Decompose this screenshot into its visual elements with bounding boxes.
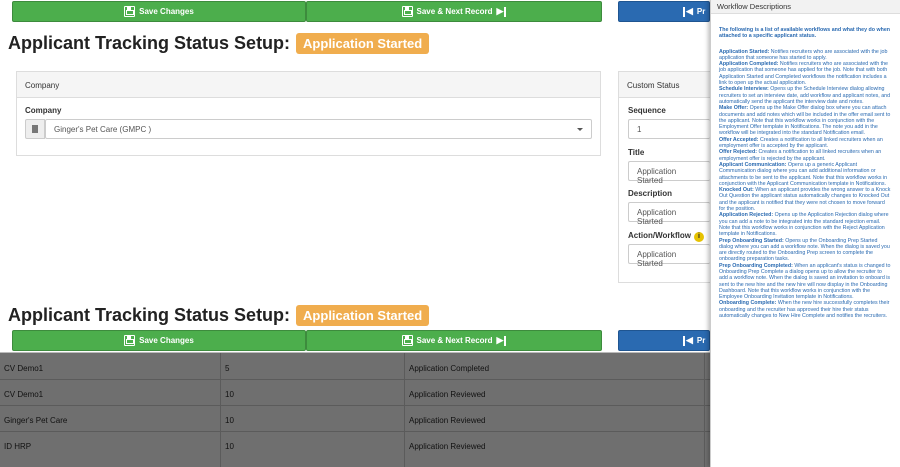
sticky-status-badge: Application Started — [296, 305, 430, 326]
workflow-select[interactable]: Application Started — [628, 244, 710, 268]
workflow-item-name: Offer Accepted: — [719, 136, 759, 143]
page-title: Applicant Tracking Status Setup: Applica… — [8, 33, 430, 54]
workflow-item-name: Application Rejected: — [719, 212, 774, 219]
workflow-item-name: Onboarding Complete: — [719, 300, 777, 307]
previous-record-icon: ◀ — [683, 335, 693, 346]
workflow-item-name: Application Completed: — [719, 61, 779, 68]
workflow-list: Application Started: Notifies recruiters… — [719, 49, 892, 320]
workflow-item: Prep Onboarding Completed: When an appli… — [719, 263, 892, 301]
popup-intro: The following is a list of available wor… — [719, 27, 890, 40]
save-icon — [401, 6, 413, 17]
workflow-item-name: Prep Onboarding Started: — [719, 237, 784, 244]
workflow-item-name: Application Started: — [719, 48, 770, 55]
save-next-button[interactable]: Save & Next Record ▶ — [306, 1, 602, 22]
custom-status-heading: Custom Status — [619, 72, 710, 98]
description-label: Description — [628, 189, 673, 198]
workflow-item: Offer Rejected: Creates a notification t… — [719, 149, 892, 162]
sequence-label: Sequence — [628, 106, 666, 115]
chevron-down-icon — [577, 128, 583, 131]
workflow-item: Make Offer: Opens up the Make Offer dial… — [719, 105, 892, 136]
popup-body: The following is a list of available wor… — [711, 14, 900, 319]
workflow-item: Application Started: Notifies recruiters… — [719, 49, 892, 62]
save-icon — [124, 335, 136, 346]
workflow-item: Schedule Interview: Opens up the Schedul… — [719, 86, 892, 105]
save-button[interactable]: Save Changes — [12, 1, 306, 22]
workflow-item: Applicant Communication: Opens up a gene… — [719, 162, 892, 187]
company-addon — [25, 119, 45, 139]
popup-title: Workflow Descriptions — [711, 0, 900, 14]
workflow-descriptions-popup: Workflow Descriptions The following is a… — [710, 0, 900, 467]
company-select[interactable]: Ginger's Pet Care (GMPC ) — [45, 119, 592, 139]
table-row[interactable]: CV Demo1 5 Application Completed — [0, 356, 710, 380]
sequence-input[interactable]: 1 — [628, 119, 710, 139]
previous-record-icon: ◀ — [683, 6, 693, 17]
next-record-icon: ▶ — [497, 6, 507, 17]
sticky-save-next-button[interactable]: Save & Next Record ▶ — [306, 330, 602, 351]
previous-record-button[interactable]: ◀ Pr — [618, 1, 710, 22]
workflow-item: Application Completed: Notifies recruite… — [719, 61, 892, 86]
workflow-item-text: When an applicant's status is changed to… — [719, 262, 891, 301]
workflow-item: Prep Onboarding Started: Opens up the On… — [719, 238, 892, 263]
workflow-item: Onboarding Complete: When the new hire s… — [719, 300, 892, 319]
workflow-item-name: Schedule Interview: — [719, 86, 769, 93]
info-icon[interactable]: i — [693, 231, 704, 242]
save-icon — [401, 335, 413, 346]
workflow-item-name: Make Offer: — [719, 105, 749, 112]
sticky-previous-record-button[interactable]: ◀ Pr — [618, 330, 710, 351]
workflow-item-name: Applicant Communication: — [719, 161, 787, 168]
workflow-item: Offer Accepted: Creates a notification t… — [719, 137, 892, 150]
table-row[interactable]: ID HRP 10 Application Reviewed — [0, 434, 710, 458]
sticky-save-button[interactable]: Save Changes — [12, 330, 306, 351]
title-label: Title — [628, 148, 645, 157]
status-badge: Application Started — [296, 33, 430, 54]
company-field-label: Company — [25, 106, 62, 115]
title-input[interactable]: Application Started — [628, 161, 710, 185]
company-panel-heading: Company — [17, 72, 600, 98]
workflow-label: Action/Workflow i — [628, 231, 704, 242]
building-icon — [32, 125, 38, 133]
description-input[interactable]: Application Started — [628, 202, 710, 226]
workflow-item-name: Knocked Out: — [719, 187, 754, 194]
table-row[interactable]: Ginger's Pet Care 10 Application Reviewe… — [0, 408, 710, 432]
workflow-item-name: Prep Onboarding Completed: — [719, 262, 793, 269]
next-record-icon: ▶ — [497, 335, 507, 346]
workflow-item-name: Offer Rejected: — [719, 149, 757, 156]
workflow-item: Application Rejected: Opens up the Appli… — [719, 212, 892, 237]
workflow-item: Knocked Out: When an applicant provides … — [719, 187, 892, 212]
sticky-page-title: Applicant Tracking Status Setup: Applica… — [8, 305, 430, 326]
company-panel: Company — [16, 71, 601, 156]
save-icon — [124, 6, 136, 17]
table-row[interactable]: CV Demo1 10 Application Reviewed — [0, 382, 710, 406]
